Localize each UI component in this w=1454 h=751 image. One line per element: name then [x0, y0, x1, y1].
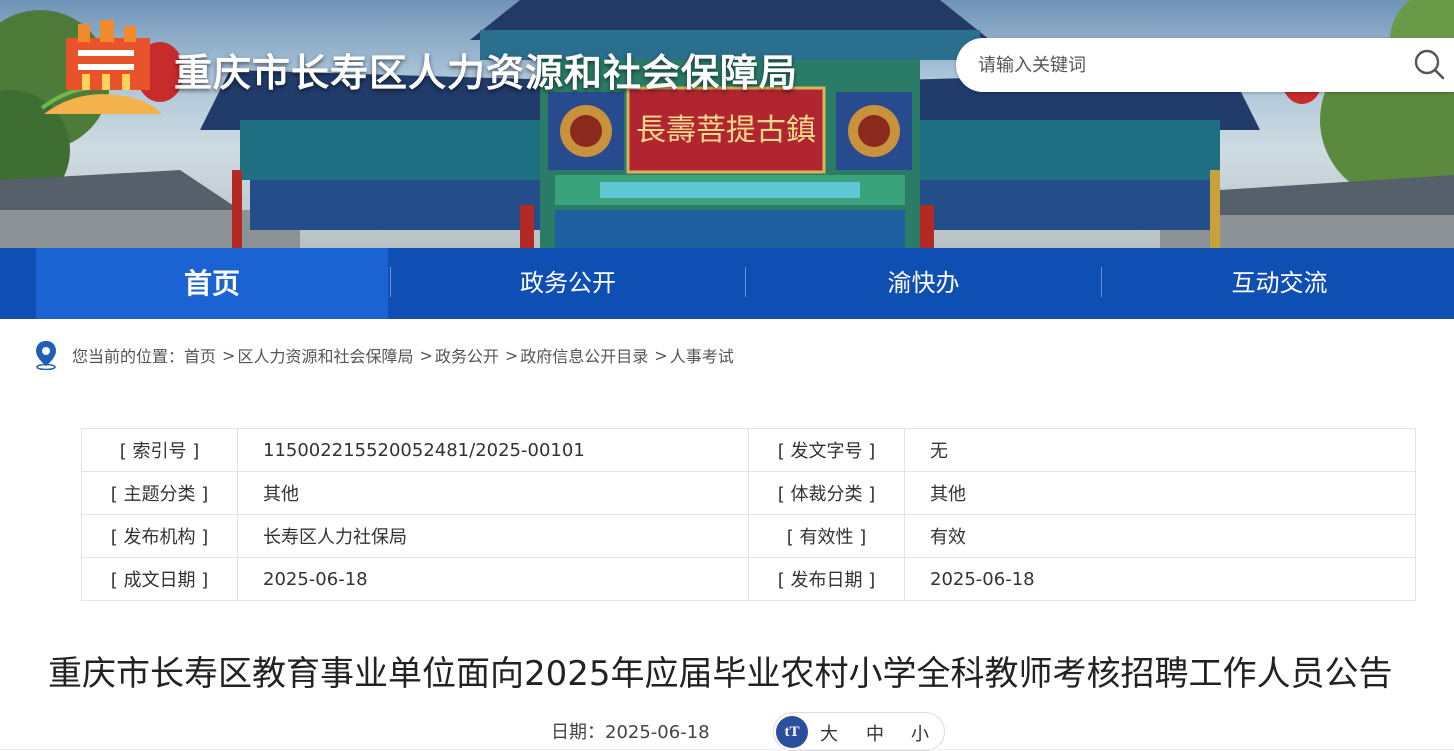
breadcrumb-link-info-catalog[interactable]: 政府信息公开目录 — [520, 343, 648, 367]
font-size-small-button[interactable]: 小 — [911, 720, 929, 746]
meta-value-validity: 有效 — [904, 514, 1416, 558]
meta-key-index: [ 索引号 ] — [81, 428, 238, 472]
meta-value-publish-date: 2025-06-18 — [904, 557, 1416, 601]
font-size-medium-button[interactable]: 中 — [866, 720, 884, 746]
date-label: 日期： — [551, 722, 605, 743]
breadcrumb-separator: > — [654, 345, 668, 365]
table-row: [ 索引号 ] 115002215520052481/2025-00101 [ … — [81, 428, 1416, 472]
article-title: 重庆市长寿区教育事业单位面向2025年应届毕业农村小学全科教师考核招聘工作人员公… — [48, 654, 1393, 694]
meta-value-topic: 其他 — [237, 471, 749, 515]
breadcrumb-link-bureau[interactable]: 区人力资源和社会保障局 — [237, 343, 413, 367]
main-nav: 首页 政务公开 渝快办 互动交流 — [0, 248, 1454, 319]
site-title: 重庆市长寿区人力资源和社会保障局 — [174, 51, 799, 95]
header-banner: 長壽菩提古鎮 重庆市长寿区人力资源和社会保障局 — [0, 0, 1454, 248]
meta-value-written-date: 2025-06-18 — [237, 557, 749, 601]
breadcrumb-link-personnel-exam[interactable]: 人事考试 — [670, 343, 734, 367]
search-icon[interactable] — [1412, 47, 1448, 83]
meta-value-doc-number: 无 — [904, 428, 1416, 472]
meta-value-index: 115002215520052481/2025-00101 — [237, 428, 749, 472]
logo-emblem-icon — [40, 20, 162, 114]
breadcrumb-link-government-affairs[interactable]: 政务公开 — [435, 343, 499, 367]
font-size-switcher: tT 大 中 小 — [773, 712, 945, 751]
meta-value-publisher: 长寿区人力社保局 — [237, 514, 749, 558]
content-divider — [0, 749, 1454, 750]
meta-key-publisher: [ 发布机构 ] — [81, 514, 238, 558]
location-pin-icon — [36, 341, 56, 370]
breadcrumb: 您当前的位置： 首页 > 区人力资源和社会保障局 > 政务公开 > 政府信息公开… — [34, 340, 734, 370]
meta-key-publish-date: [ 发布日期 ] — [748, 557, 905, 601]
breadcrumb-separator: > — [504, 345, 519, 365]
nav-item-government-affairs[interactable]: 政务公开 — [391, 248, 745, 319]
nav-item-yukuaiban[interactable]: 渝快办 — [746, 248, 1101, 319]
meta-key-validity: [ 有效性 ] — [748, 514, 905, 558]
font-size-large-button[interactable]: 大 — [820, 720, 838, 746]
table-row: [ 主题分类 ] 其他 [ 体裁分类 ] 其他 — [81, 471, 1416, 515]
breadcrumb-separator: > — [419, 345, 433, 365]
table-row: [ 成文日期 ] 2025-06-18 [ 发布日期 ] 2025-06-18 — [81, 557, 1416, 601]
nav-item-interaction[interactable]: 互动交流 — [1102, 248, 1454, 319]
table-row: [ 发布机构 ] 长寿区人力社保局 [ 有效性 ] 有效 — [81, 514, 1416, 558]
breadcrumb-link-home[interactable]: 首页 — [184, 343, 216, 367]
font-size-icon: tT — [776, 716, 808, 748]
breadcrumb-prefix: 您当前的位置： — [72, 347, 185, 366]
meta-key-topic: [ 主题分类 ] — [81, 471, 238, 515]
meta-key-written-date: [ 成文日期 ] — [81, 557, 238, 601]
meta-key-genre: [ 体裁分类 ] — [748, 471, 905, 515]
document-meta-table: [ 索引号 ] 115002215520052481/2025-00101 [ … — [81, 428, 1416, 601]
nav-item-home[interactable]: 首页 — [36, 248, 388, 319]
date-value: 2025-06-18 — [605, 722, 710, 743]
search-box — [956, 38, 1454, 92]
meta-key-doc-number: [ 发文字号 ] — [748, 428, 905, 472]
article-date: 日期：2025-06-18 — [551, 718, 710, 744]
search-input[interactable] — [978, 50, 1378, 80]
plaque-text: 長壽菩提古鎮 — [636, 113, 816, 148]
meta-value-genre: 其他 — [904, 471, 1416, 515]
breadcrumb-separator: > — [222, 345, 236, 365]
